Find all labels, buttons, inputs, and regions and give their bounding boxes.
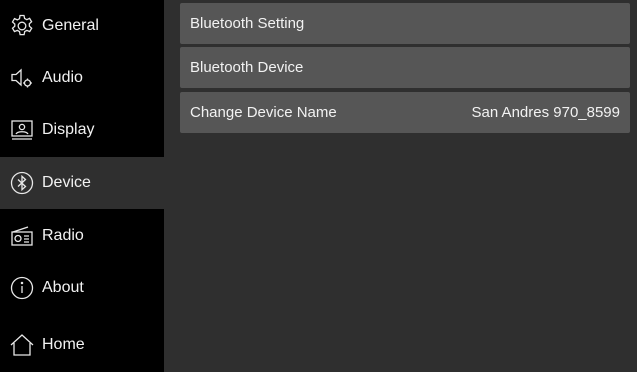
sidebar-item-label: About (42, 279, 84, 296)
display-icon (8, 116, 36, 144)
gear-icon (8, 12, 36, 40)
sidebar-item-audio[interactable]: Audio (0, 52, 164, 104)
sidebar-item-display[interactable]: Display (0, 104, 164, 156)
sidebar-item-general[interactable]: General (0, 0, 164, 52)
row-label: Bluetooth Setting (190, 15, 305, 32)
home-icon (8, 331, 36, 359)
bluetooth-setting-row[interactable]: Bluetooth Setting (180, 3, 630, 44)
speaker-settings-icon (8, 64, 36, 92)
sidebar-item-label: Audio (42, 69, 83, 86)
info-icon (8, 274, 36, 302)
row-label: Bluetooth Device (190, 59, 304, 76)
sidebar-item-label: Device (42, 174, 91, 191)
sidebar: General Audio Display Device Radio About… (0, 0, 164, 372)
bluetooth-icon (8, 169, 36, 197)
sidebar-item-home[interactable]: Home (0, 319, 164, 371)
main-content: Bluetooth Setting Bluetooth Device Chang… (164, 0, 637, 372)
radio-icon (8, 222, 36, 250)
sidebar-item-label: Radio (42, 227, 84, 244)
sidebar-item-label: Display (42, 121, 95, 138)
bluetooth-device-row[interactable]: Bluetooth Device (180, 47, 630, 88)
sidebar-item-device[interactable]: Device (0, 157, 164, 209)
sidebar-item-label: Home (42, 336, 85, 353)
settings-app: General Audio Display Device Radio About… (0, 0, 637, 372)
sidebar-item-radio[interactable]: Radio (0, 210, 164, 262)
device-name-value: San Andres 970_8599 (471, 104, 620, 121)
change-device-name-row[interactable]: Change Device Name San Andres 970_8599 (180, 92, 630, 133)
sidebar-item-label: General (42, 17, 99, 34)
sidebar-item-about[interactable]: About (0, 262, 164, 314)
row-label: Change Device Name (190, 104, 337, 121)
